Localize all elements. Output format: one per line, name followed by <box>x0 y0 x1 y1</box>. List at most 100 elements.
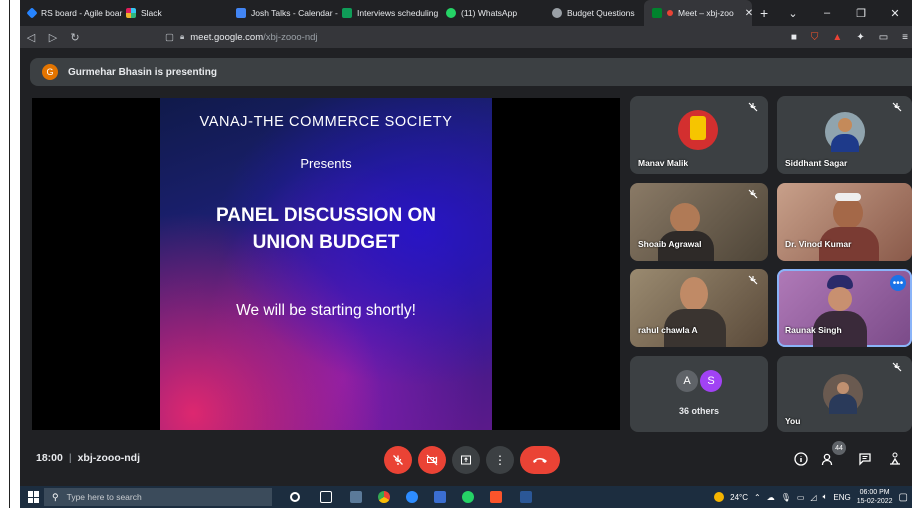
slide-presents: Presents <box>300 156 352 171</box>
slack-icon <box>126 8 136 18</box>
close-tab-icon[interactable]: ✕ <box>745 8 753 19</box>
weather-temp[interactable]: 24°C <box>730 493 748 502</box>
tab-label: Budget Questions <box>567 8 635 18</box>
slide-title: VANAJ-THE COMMERCE SOCIETY <box>199 114 453 130</box>
minimize-button[interactable]: – <box>810 7 844 19</box>
jira-icon <box>26 7 38 19</box>
more-options-button[interactable]: ⋮ <box>486 446 514 474</box>
url-path: /xbj-zooo-ndj <box>263 31 318 43</box>
reload-icon[interactable]: ↻ <box>64 31 86 44</box>
chrome-icon[interactable] <box>378 491 390 503</box>
brave-icon[interactable] <box>490 491 502 503</box>
extensions-icon[interactable]: ✦ <box>856 32 864 43</box>
camera-indicator-icon[interactable]: ■ <box>791 32 797 43</box>
menu-icon[interactable]: ≡ <box>902 32 908 43</box>
avatar <box>678 110 718 150</box>
tab-label: Slack <box>141 8 162 18</box>
tab-rs-board[interactable]: RS board - Agile boar <box>20 0 122 26</box>
participant-tile-manav[interactable]: Manav Malik <box>630 96 768 174</box>
brave-rewards-icon[interactable]: ▲ <box>832 32 842 43</box>
battery-icon[interactable]: ▭ <box>797 493 805 502</box>
activities-icon <box>890 452 900 465</box>
meet-icon <box>652 8 662 18</box>
slide-heading-line-1: PANEL DISCUSSION ON <box>216 205 436 226</box>
participant-tile-rahul[interactable]: rahul chawla A <box>630 269 768 347</box>
tab-sheets[interactable]: Interviews scheduling <box>334 0 438 26</box>
presentation-stage: VANAJ-THE COMMERCE SOCIETY Presents PANE… <box>32 98 620 430</box>
whatsapp-icon <box>446 8 456 18</box>
tab-meet[interactable]: Meet – xbj-zoo ✕ <box>644 0 753 26</box>
participant-tile-raunak[interactable]: ••• Raunak Singh <box>777 269 912 347</box>
screen: RS board - Agile boar Slack Josh Talks -… <box>0 0 912 508</box>
participant-name: Siddhant Sagar <box>785 158 848 168</box>
participant-tile-vinod[interactable]: Dr. Vinod Kumar <box>777 183 912 261</box>
slide-subtitle: We will be starting shortly! <box>236 302 416 319</box>
taskbar-search[interactable]: ⚲ Type here to search <box>44 488 272 506</box>
activities-button[interactable] <box>886 450 904 468</box>
calculator-icon[interactable] <box>350 491 362 503</box>
forward-icon[interactable]: ▷ <box>42 31 64 44</box>
participant-count-badge: 44 <box>832 441 846 455</box>
close-window-button[interactable]: ✕ <box>878 7 912 20</box>
task-view-icon[interactable] <box>320 491 332 503</box>
restore-button[interactable]: ❐ <box>844 7 878 20</box>
participant-tile-siddhant[interactable]: Siddhant Sagar <box>777 96 912 174</box>
tab-label: Interviews scheduling <box>357 8 439 18</box>
avatar <box>823 374 863 414</box>
windows-start-icon[interactable] <box>28 491 40 503</box>
language-indicator[interactable]: ENG <box>833 493 850 502</box>
others-count: 36 others <box>678 406 720 416</box>
mic-off-icon <box>748 275 758 285</box>
teams-icon[interactable] <box>434 491 446 503</box>
others-tile[interactable]: A S 36 others <box>630 356 768 432</box>
volume-icon[interactable]: 🔈︎ <box>823 492 828 502</box>
left-edge-strip <box>0 0 20 508</box>
clock-date: 15-02-2022 <box>856 498 893 505</box>
tab-whatsapp[interactable]: (11) WhatsApp <box>438 0 544 26</box>
tab-slack[interactable]: Slack <box>118 0 228 26</box>
mic-toggle-button[interactable] <box>384 446 412 474</box>
info-icon <box>794 452 808 466</box>
windows-taskbar: ⚲ Type here to search 24°C ⌃ ☁ 🎙︎ ▭ ◿ 🔈︎… <box>20 486 912 508</box>
brave-shield-icon[interactable]: ⛉ <box>811 32 819 43</box>
camera-toggle-button[interactable] <box>418 446 446 474</box>
chat-icon <box>859 453 871 466</box>
present-icon <box>461 455 471 465</box>
zoom-icon[interactable] <box>406 491 418 503</box>
weather-icon[interactable] <box>714 492 725 502</box>
chat-button[interactable] <box>856 450 874 468</box>
tray-chevron-icon[interactable]: ⌃ <box>754 493 761 502</box>
network-icon[interactable]: ◿ <box>810 493 816 502</box>
present-screen-button[interactable] <box>452 446 480 474</box>
cloud-icon[interactable]: ☁ <box>767 493 775 502</box>
whatsapp-icon[interactable] <box>462 491 474 503</box>
back-icon[interactable]: ◁ <box>20 31 42 44</box>
new-tab-button[interactable]: + <box>752 5 776 21</box>
browser-tab-strip: RS board - Agile boar Slack Josh Talks -… <box>20 0 912 26</box>
avatar-s: S <box>700 370 722 392</box>
video-person <box>680 277 708 311</box>
word-icon[interactable] <box>520 491 532 503</box>
leave-call-button[interactable] <box>520 446 560 474</box>
lock-icon[interactable]: 🔒︎ <box>180 32 184 42</box>
tab-budget-questions[interactable]: Budget Questions <box>544 0 644 26</box>
tab-label: (11) WhatsApp <box>461 8 518 18</box>
meeting-details-button[interactable] <box>792 450 810 468</box>
tab-search-icon[interactable]: ⌄ <box>776 7 810 20</box>
mic-tray-icon[interactable]: 🎙︎ <box>781 493 791 502</box>
taskbar-clock[interactable]: 06:00 PM 15-02-2022 <box>857 488 893 506</box>
window-icon[interactable]: ▭ <box>879 32 888 43</box>
participant-name: Raunak Singh <box>785 325 842 335</box>
tab-calendar[interactable]: Josh Talks - Calendar - <box>228 0 338 26</box>
cortana-icon[interactable] <box>290 492 300 502</box>
more-vert-icon: ⋮ <box>494 453 506 467</box>
tab-label: Meet – xbj-zoo <box>678 8 734 18</box>
presenting-banner: G Gurmehar Bhasin is presenting <box>30 58 912 86</box>
bookmark-icon[interactable]: ▢ <box>165 32 174 43</box>
notification-icon[interactable]: ▢ <box>899 492 908 503</box>
self-tile[interactable]: You <box>777 356 912 432</box>
camera-off-icon <box>426 454 438 466</box>
participant-tile-shoaib[interactable]: Shoaib Agrawal <box>630 183 768 261</box>
address-bar[interactable]: ▢ 🔒︎ meet.google.com/xbj-zooo-ndj <box>165 28 745 46</box>
more-options-icon[interactable]: ••• <box>890 275 906 291</box>
